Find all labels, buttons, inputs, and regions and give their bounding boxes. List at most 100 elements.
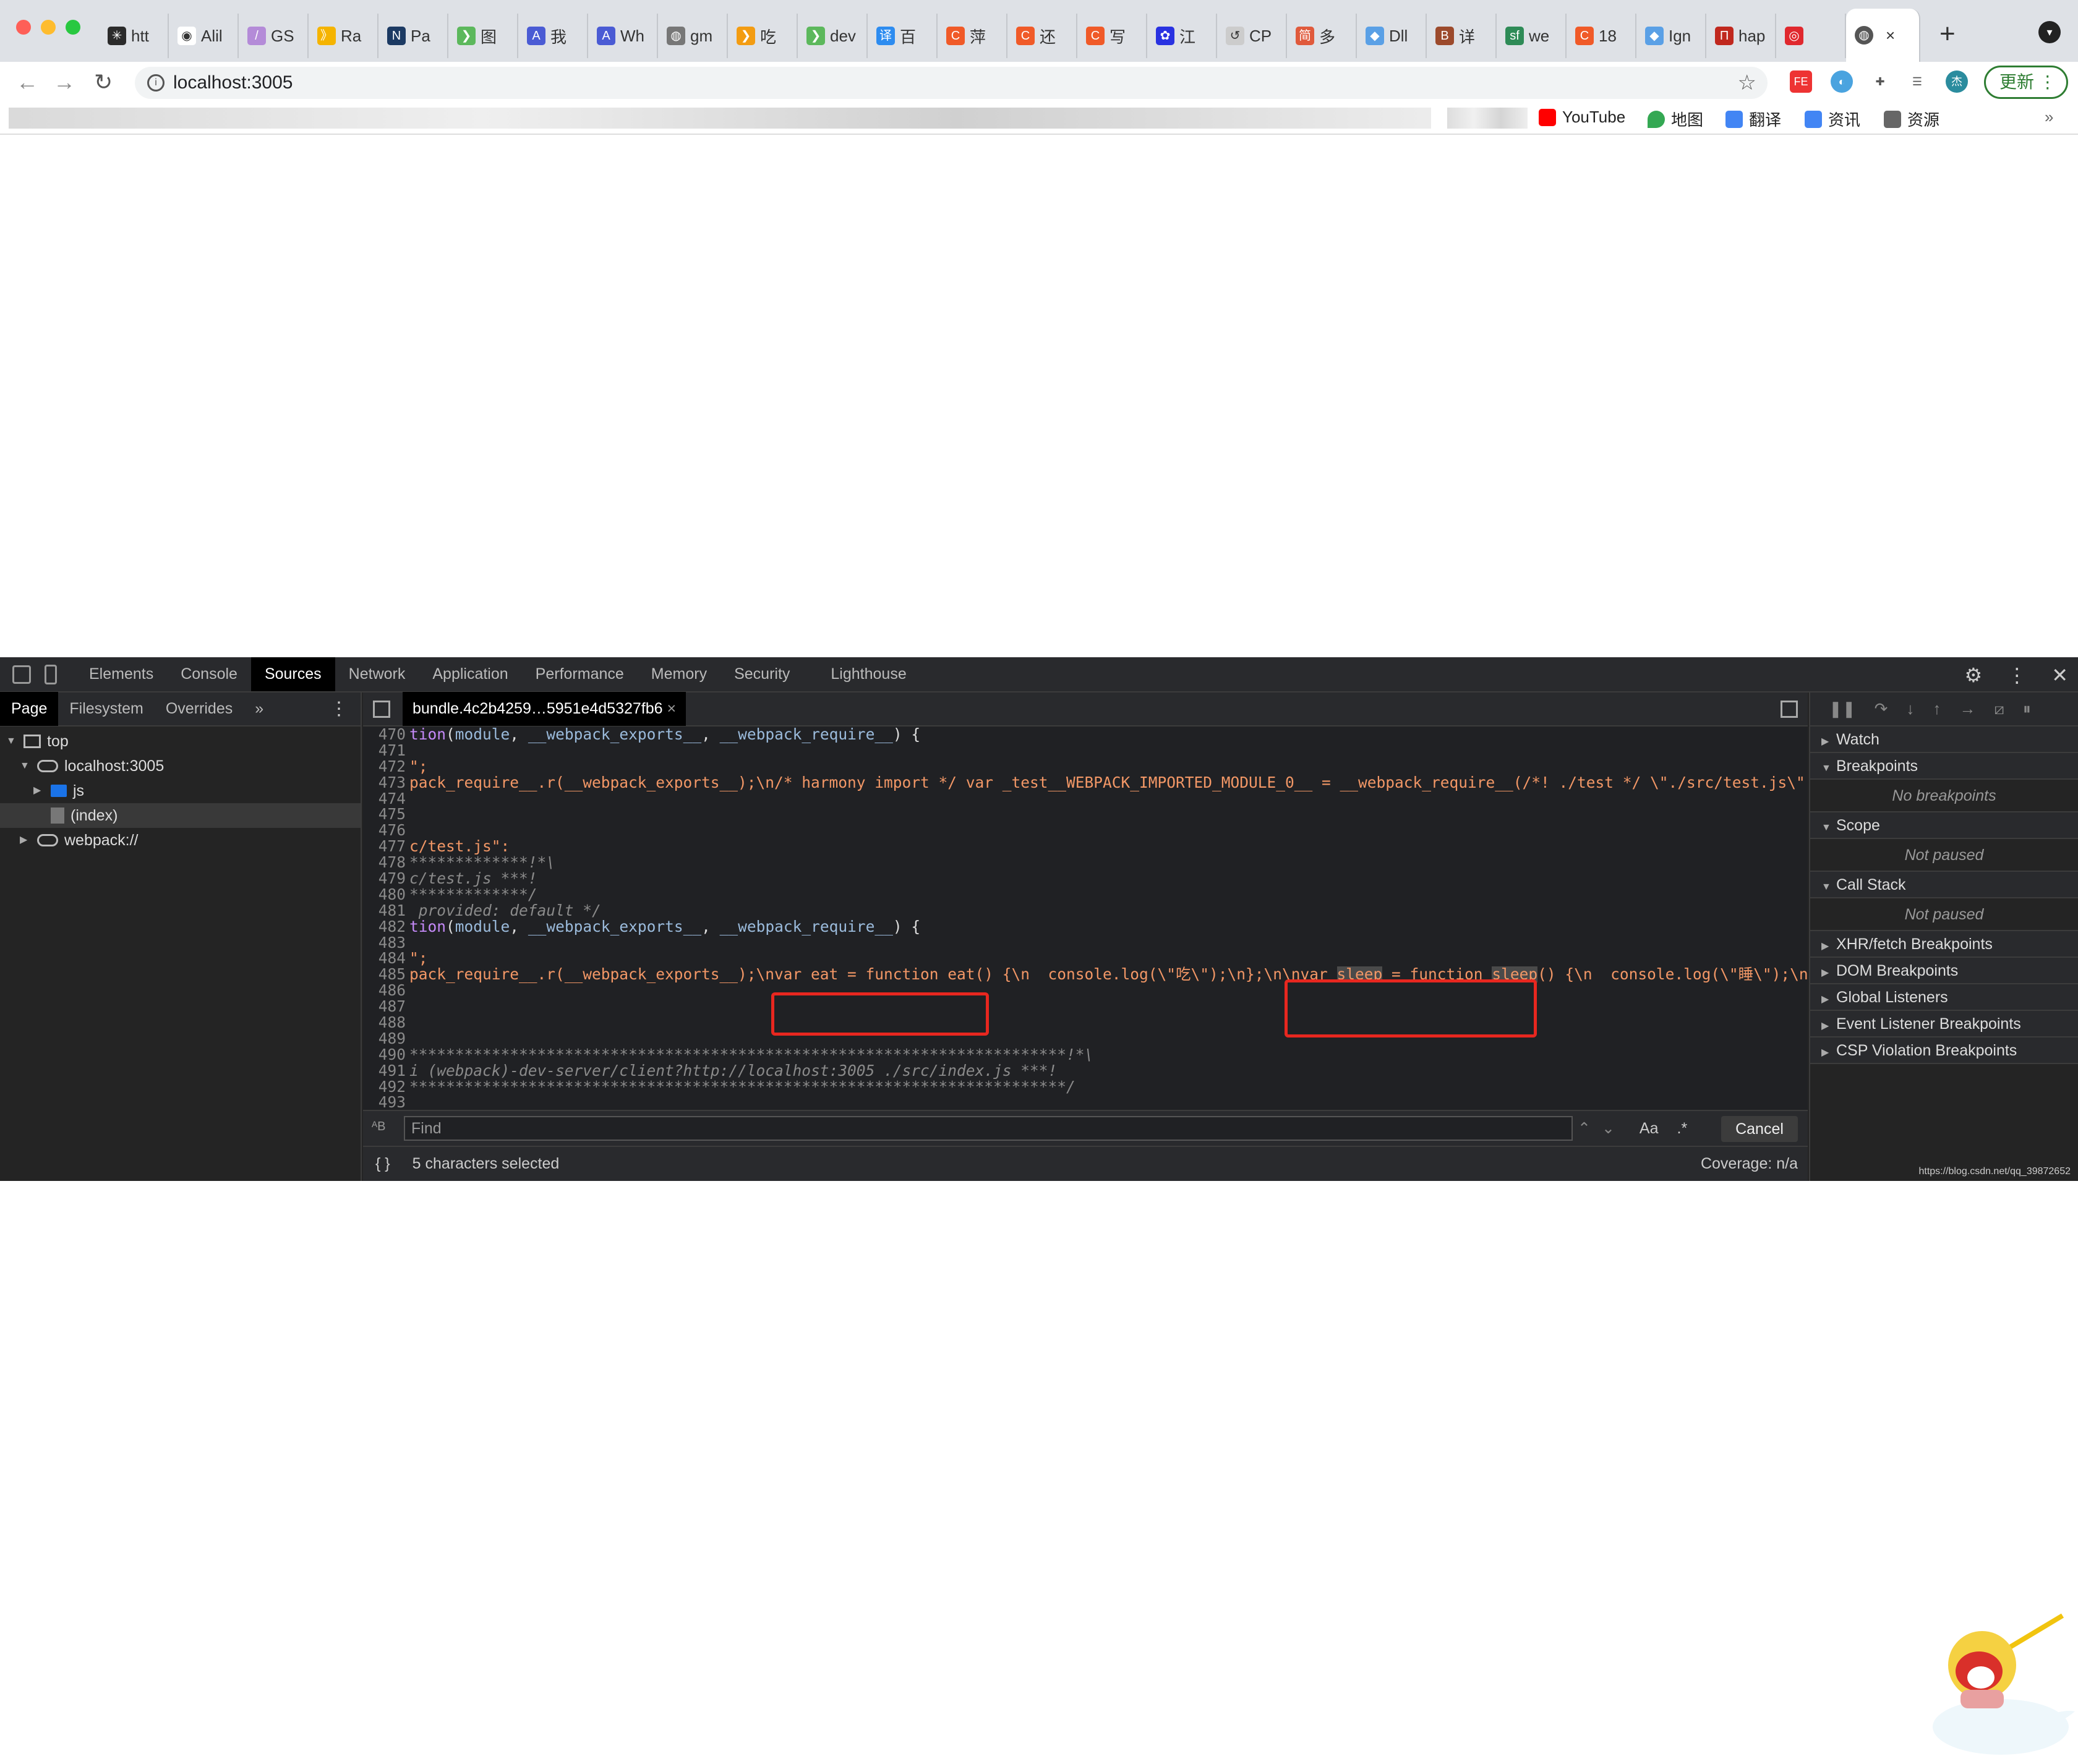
match-case-button[interactable]: Aa	[1640, 1120, 1659, 1138]
devtools-tab-application[interactable]: Application	[419, 657, 521, 691]
regex-button[interactable]: .*	[1677, 1120, 1688, 1138]
sidebar-section-call-stack[interactable]: ▼Call Stack	[1810, 872, 2078, 898]
tree-node[interactable]: ▶js	[0, 778, 361, 803]
bookmark-star-icon[interactable]: ☆	[1738, 70, 1756, 95]
browser-tab[interactable]: B详	[1427, 14, 1497, 58]
sidebar-section-scope[interactable]: ▼Scope	[1810, 812, 2078, 839]
bookmark-folder-resources[interactable]: 资源	[1884, 108, 1939, 130]
sidebar-section-csp-violation-breakpoints[interactable]: ▶CSP Violation Breakpoints	[1810, 1038, 2078, 1064]
browser-tab[interactable]: ❯图	[448, 14, 518, 58]
line-number[interactable]: 486	[363, 982, 409, 999]
line-number[interactable]: 489	[363, 1031, 409, 1047]
find-next-icon[interactable]: ⌄	[1602, 1119, 1615, 1138]
pause-icon[interactable]: ❚❚	[1829, 699, 1856, 718]
browser-tab[interactable]: C写	[1077, 14, 1147, 58]
update-button[interactable]: 更新 ⋮	[1984, 66, 2068, 99]
tree-node[interactable]: ▼top	[0, 729, 361, 754]
navigator-tab[interactable]: »	[244, 692, 275, 726]
minimize-window-button[interactable]	[41, 20, 56, 35]
toggle-debugger-icon[interactable]	[1781, 701, 1798, 718]
more-options-icon[interactable]: ⋮	[2007, 663, 2027, 687]
browser-tab[interactable]: ↺CP	[1217, 14, 1287, 58]
expand-arrow-icon[interactable]: ▼	[20, 754, 31, 778]
browser-tab[interactable]: 译百	[868, 14, 938, 58]
line-number[interactable]: 472	[363, 759, 409, 775]
browser-tab[interactable]: ◎	[1776, 14, 1846, 58]
avatar[interactable]: 杰	[1946, 70, 1968, 93]
line-number[interactable]: 484	[363, 950, 409, 966]
browser-tab[interactable]: ❯吃	[728, 14, 798, 58]
inspect-element-icon[interactable]	[12, 665, 31, 684]
line-number[interactable]: 473	[363, 775, 409, 791]
navigator-menu-icon[interactable]: ⋮	[330, 698, 348, 720]
devtools-tab-lighthouse[interactable]: Lighthouse	[817, 657, 920, 691]
bookmarks-overflow-button[interactable]: »	[2045, 108, 2053, 127]
close-tab-icon[interactable]: ×	[667, 700, 677, 717]
extension-fe-icon[interactable]: FE	[1790, 70, 1812, 93]
line-number[interactable]: 490	[363, 1047, 409, 1063]
browser-tab[interactable]: C18	[1567, 14, 1636, 58]
line-number[interactable]: 491	[363, 1063, 409, 1079]
step-into-icon[interactable]: ↓	[1906, 699, 1914, 718]
browser-tab[interactable]: ◉Alil	[169, 14, 239, 58]
tree-node[interactable]: ▼localhost:3005	[0, 754, 361, 778]
find-previous-icon[interactable]: ⌃	[1578, 1119, 1591, 1138]
line-number[interactable]: 492	[363, 1079, 409, 1095]
navigator-tab[interactable]: Filesystem	[58, 692, 154, 726]
sidebar-section-watch[interactable]: ▶Watch	[1810, 726, 2078, 753]
sidebar-section-xhr-fetch-breakpoints[interactable]: ▶XHR/fetch Breakpoints	[1810, 931, 2078, 958]
devtools-tab-performance[interactable]: Performance	[522, 657, 638, 691]
extension-icon[interactable]: ◐	[1831, 70, 1853, 93]
browser-tab[interactable]: ✿江	[1147, 14, 1217, 58]
line-number[interactable]: 482	[363, 919, 409, 935]
site-info-icon[interactable]: i	[147, 74, 165, 92]
browser-tab[interactable]: ◆Dll	[1357, 14, 1427, 58]
step-over-icon[interactable]: ↷	[1875, 699, 1888, 718]
sidebar-section-breakpoints[interactable]: ▼Breakpoints	[1810, 753, 2078, 780]
browser-tab[interactable]: C还	[1007, 14, 1077, 58]
reading-list-icon[interactable]: ☰	[1906, 70, 1928, 93]
forward-button[interactable]: →	[53, 69, 75, 95]
devtools-tab-console[interactable]: Console	[167, 657, 251, 691]
bookmark-maps[interactable]: 地图	[1648, 108, 1703, 130]
line-number[interactable]: 477	[363, 838, 409, 854]
navigator-tab[interactable]: Overrides	[155, 692, 244, 726]
browser-tab[interactable]: Пhap	[1706, 14, 1776, 58]
tab-search-button[interactable]: ▾	[2038, 21, 2061, 43]
bookmark-youtube[interactable]: YouTube	[1539, 108, 1625, 127]
devtools-tab-sources[interactable]: Sources	[251, 657, 335, 691]
browser-tab[interactable]: AWh	[588, 14, 658, 58]
zoom-window-button[interactable]	[66, 20, 80, 35]
browser-tab[interactable]: ❯dev	[798, 14, 868, 58]
pretty-print-button[interactable]: { }	[375, 1155, 390, 1173]
browser-tab[interactable]: sfwe	[1497, 14, 1567, 58]
line-number[interactable]: 476	[363, 822, 409, 838]
line-number[interactable]: 483	[363, 935, 409, 951]
extensions-puzzle-icon[interactable]: ✚	[1869, 70, 1891, 93]
tree-node[interactable]: (index)	[0, 803, 361, 828]
url-text[interactable]: localhost:3005	[173, 72, 293, 93]
reload-button[interactable]: ↻	[94, 69, 113, 95]
step-out-icon[interactable]: ↑	[1933, 699, 1941, 718]
browser-tab[interactable]: 简多	[1287, 14, 1357, 58]
browser-tab[interactable]: ◍gm	[658, 14, 728, 58]
line-number[interactable]: 470	[363, 726, 409, 743]
line-number[interactable]: 474	[363, 791, 409, 807]
close-window-button[interactable]	[16, 20, 31, 35]
sidebar-section-global-listeners[interactable]: ▶Global Listeners	[1810, 984, 2078, 1011]
code-view[interactable]: 470tion(module, __webpack_exports__, __w…	[363, 726, 1808, 1110]
sidebar-section-dom-breakpoints[interactable]: ▶DOM Breakpoints	[1810, 958, 2078, 984]
browser-tab[interactable]: ◆Ign	[1636, 14, 1706, 58]
settings-gear-icon[interactable]: ⚙	[1965, 663, 1983, 687]
line-number[interactable]: 493	[363, 1094, 409, 1110]
devtools-tab-security[interactable]: Security	[720, 657, 803, 691]
line-number[interactable]: 485	[363, 966, 409, 982]
line-number[interactable]: 475	[363, 806, 409, 822]
navigator-tab[interactable]: Page	[0, 692, 58, 726]
find-input[interactable]: Find	[404, 1116, 1573, 1141]
device-toolbar-icon[interactable]	[45, 665, 57, 684]
expand-arrow-icon[interactable]: ▼	[6, 729, 17, 754]
close-tab-icon[interactable]: ×	[1886, 26, 1895, 45]
line-number[interactable]: 478	[363, 854, 409, 871]
expand-arrow-icon[interactable]: ▶	[20, 828, 31, 853]
